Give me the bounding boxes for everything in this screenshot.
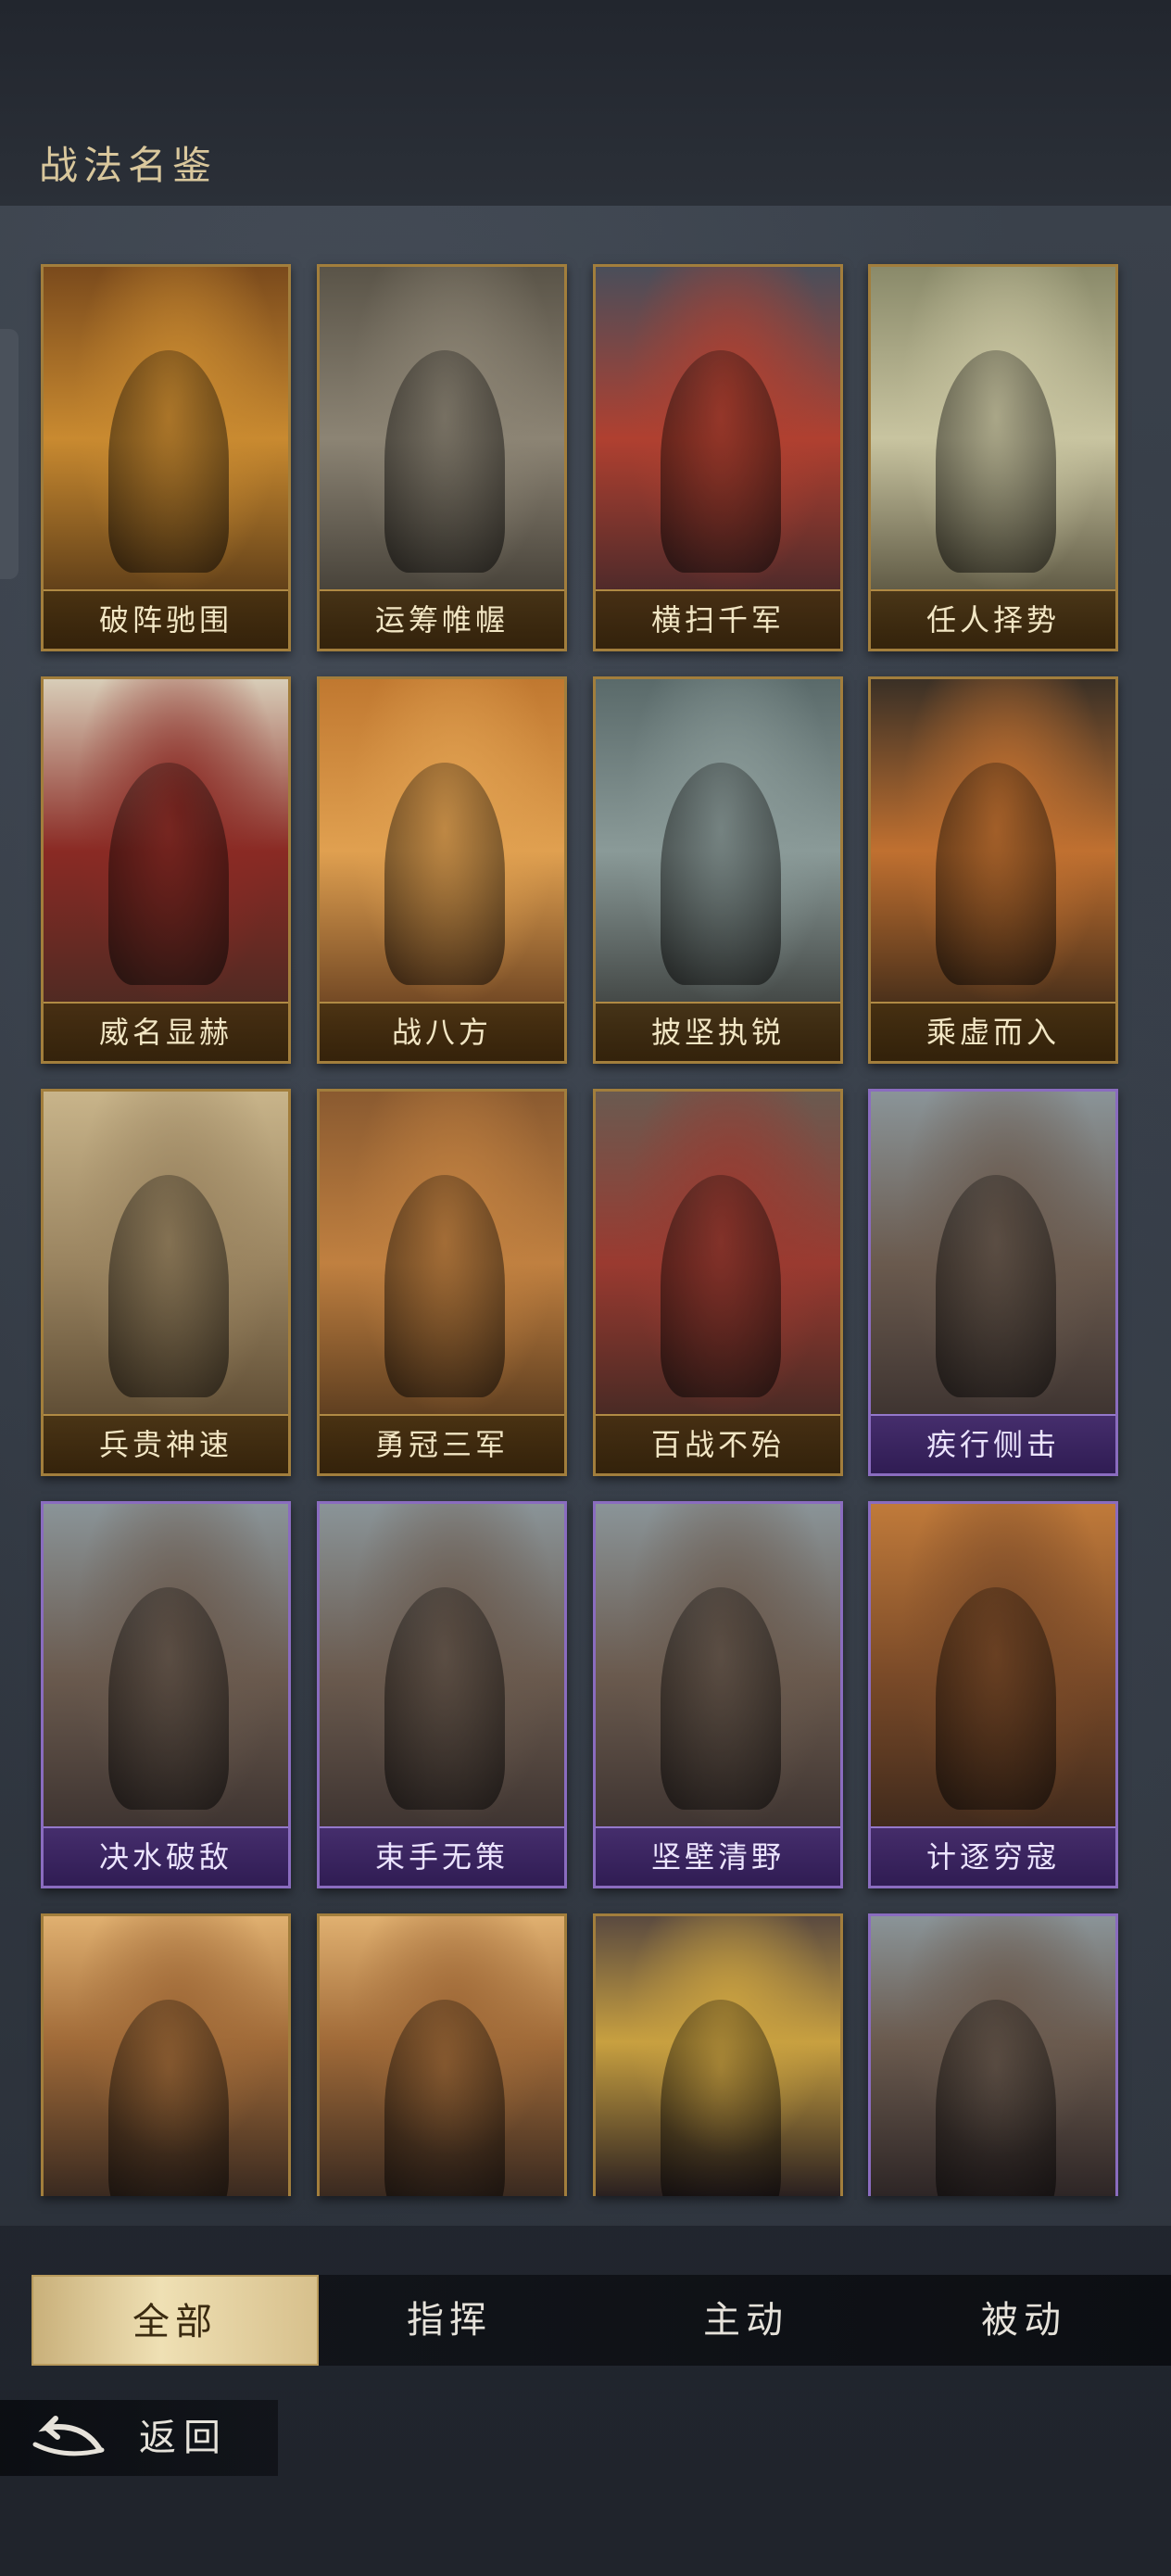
tactic-card[interactable]	[317, 1913, 567, 2196]
figure-silhouette	[384, 2000, 505, 2196]
tactic-card[interactable]: 勇冠三军	[317, 1089, 567, 1476]
tactic-card-label: 威名显赫	[44, 1002, 288, 1061]
red-warrior-slash-art	[596, 1916, 840, 2196]
spear-general-art	[44, 1916, 288, 2196]
tactic-card-label: 勇冠三军	[320, 1414, 564, 1473]
tactic-card[interactable]: 乘虚而入	[868, 676, 1118, 1064]
cavalry-general-art	[871, 1916, 1115, 2196]
figure-silhouette	[661, 2000, 781, 2196]
tab-all[interactable]: 全部	[31, 2275, 319, 2366]
filter-tabs: 全部 指挥 主动 被动	[31, 2275, 1171, 2366]
tactic-card-label: 计逐穷寇	[871, 1826, 1115, 1886]
tactic-card-label: 坚壁清野	[596, 1826, 840, 1886]
tactic-card[interactable]: 横扫千军	[593, 264, 843, 651]
back-arrow-icon	[32, 2416, 105, 2456]
tactic-card-label: 疾行侧击	[871, 1414, 1115, 1473]
figure-silhouette	[661, 1175, 781, 1397]
tactic-card-label: 决水破敌	[44, 1826, 288, 1886]
tactic-card[interactable]: 疾行侧击	[868, 1089, 1118, 1476]
figure-silhouette	[936, 2000, 1056, 2196]
back-button[interactable]: 返回	[0, 2400, 278, 2476]
tactic-card-label: 百战不殆	[596, 1414, 840, 1473]
tactic-card-label: 运筹帷幄	[320, 589, 564, 649]
figure-silhouette	[108, 763, 229, 985]
figure-silhouette	[384, 350, 505, 573]
figure-silhouette	[108, 1587, 229, 1810]
figure-silhouette	[661, 763, 781, 985]
tactic-card[interactable]: 兵贵神速	[41, 1089, 291, 1476]
tactic-card[interactable]	[593, 1913, 843, 2196]
tactic-card[interactable]: 任人择势	[868, 264, 1118, 651]
page-title: 战法名鉴	[39, 145, 218, 188]
figure-silhouette	[661, 350, 781, 573]
figure-silhouette	[108, 2000, 229, 2196]
tactic-card-label: 横扫千军	[596, 589, 840, 649]
tactic-card-label: 兵贵神速	[44, 1414, 288, 1473]
figure-silhouette	[384, 1175, 505, 1397]
back-label: 返回	[139, 2417, 228, 2458]
tab-passive[interactable]: 被动	[880, 2275, 1167, 2366]
tactic-card[interactable]: 计逐穷寇	[868, 1501, 1118, 1888]
tab-active[interactable]: 主动	[602, 2275, 889, 2366]
tactic-card[interactable]: 坚壁清野	[593, 1501, 843, 1888]
figure-silhouette	[108, 350, 229, 573]
tactic-card[interactable]: 战八方	[317, 676, 567, 1064]
tactic-card[interactable]: 运筹帷幄	[317, 264, 567, 651]
figure-silhouette	[384, 1587, 505, 1810]
tactic-card-label: 破阵驰围	[44, 589, 288, 649]
tactic-card[interactable]	[41, 1913, 291, 2196]
tactic-card[interactable]: 破阵驰围	[41, 264, 291, 651]
figure-silhouette	[661, 1587, 781, 1810]
figure-silhouette	[936, 763, 1056, 985]
tactic-card[interactable]: 威名显赫	[41, 676, 291, 1064]
figure-silhouette	[936, 350, 1056, 573]
figure-silhouette	[936, 1175, 1056, 1397]
figure-silhouette	[108, 1175, 229, 1397]
tactic-card[interactable]	[868, 1913, 1118, 2196]
spear-general-art	[320, 1916, 564, 2196]
tactic-card-label: 披坚执锐	[596, 1002, 840, 1061]
tactic-card-label: 战八方	[320, 1002, 564, 1061]
tactic-card-label: 束手无策	[320, 1826, 564, 1886]
tactic-card[interactable]: 决水破敌	[41, 1501, 291, 1888]
figure-silhouette	[384, 763, 505, 985]
side-drawer-handle[interactable]	[0, 329, 19, 579]
figure-silhouette	[936, 1587, 1056, 1810]
tactic-card[interactable]: 百战不殆	[593, 1089, 843, 1476]
tactic-card-label: 乘虚而入	[871, 1002, 1115, 1061]
tab-command[interactable]: 指挥	[306, 2275, 593, 2366]
tactic-card-label: 任人择势	[871, 589, 1115, 649]
tactic-card[interactable]: 披坚执锐	[593, 676, 843, 1064]
tactic-card[interactable]: 束手无策	[317, 1501, 567, 1888]
